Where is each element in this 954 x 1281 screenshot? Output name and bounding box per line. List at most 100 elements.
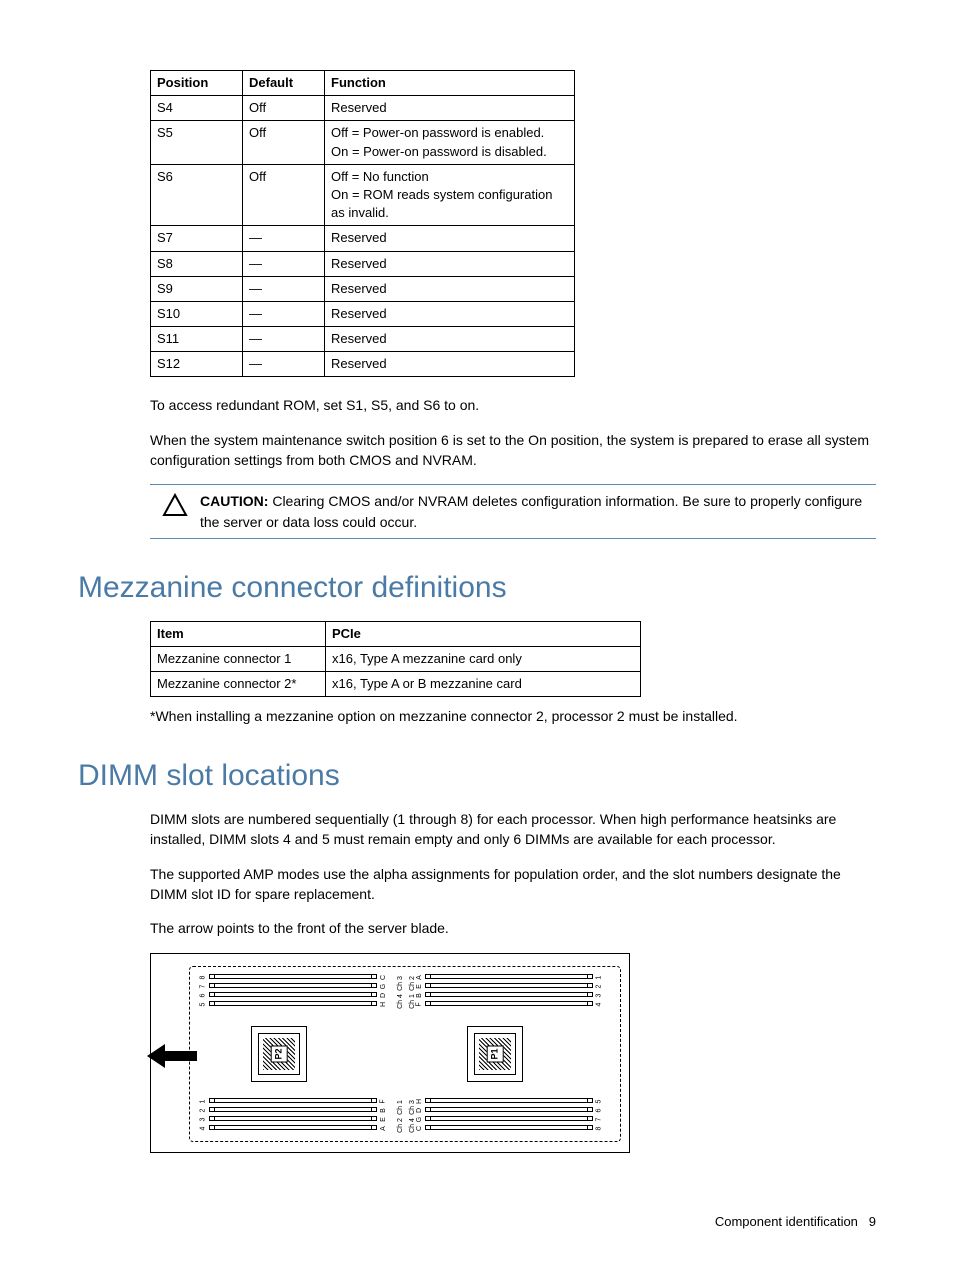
dimm-label: G (380, 983, 387, 988)
cell-default: Off (243, 121, 325, 164)
cell-function: Reserved (325, 352, 575, 377)
cell-default: — (243, 327, 325, 352)
dimm-slot (425, 1116, 593, 1121)
cell-pcie: x16, Type A mezzanine card only (326, 647, 641, 672)
table-row: S9—Reserved (151, 276, 575, 301)
cell-default: — (243, 301, 325, 326)
th-position: Position (151, 71, 243, 96)
caution-box: CAUTION: Clearing CMOS and/or NVRAM dele… (150, 484, 876, 539)
para-redundant-rom: To access redundant ROM, set S1, S5, and… (150, 395, 876, 415)
th-pcie: PCIe (326, 621, 641, 646)
dimm-label: E (380, 1117, 387, 1122)
cell-position: S7 (151, 226, 243, 251)
dimm-slot (425, 1125, 593, 1130)
mezzanine-table: Item PCIe Mezzanine connector 1x16, Type… (150, 621, 641, 698)
table-row: S10—Reserved (151, 301, 575, 326)
table-row: S5OffOff = Power-on password is enabled.… (151, 121, 575, 164)
cell-function: Reserved (325, 276, 575, 301)
label-p1: P1 (487, 1045, 504, 1062)
dimm-label: 3 (595, 993, 602, 997)
dimm-label: 1 (199, 1099, 206, 1103)
table-row: S12—Reserved (151, 352, 575, 377)
caution-body: Clearing CMOS and/or NVRAM deletes confi… (200, 493, 862, 529)
para-arrow: The arrow points to the front of the ser… (150, 918, 876, 938)
dimm-label: 8 (199, 975, 206, 979)
dimm-slot (425, 974, 593, 979)
label-p2: P2 (271, 1045, 288, 1062)
cell-position: S8 (151, 251, 243, 276)
dimm-label: Ch 2 (409, 976, 416, 991)
page-footer: Component identification 9 (78, 1213, 876, 1231)
th-item: Item (151, 621, 326, 646)
dimm-label: Ch 4 (397, 994, 404, 1009)
dimm-label: 2 (199, 1108, 206, 1112)
dimm-slot (209, 1001, 377, 1006)
para-amp-modes: The supported AMP modes use the alpha as… (150, 864, 876, 905)
dimm-label: E (416, 984, 423, 989)
dimm-label: 2 (595, 984, 602, 988)
dimm-label: 1 (595, 975, 602, 979)
dimm-label: 5 (199, 1002, 206, 1006)
cell-function: Reserved (325, 327, 575, 352)
dimm-label: Ch 4 (409, 1118, 416, 1133)
dimm-slot (425, 1098, 593, 1103)
table-row: S11—Reserved (151, 327, 575, 352)
dimm-label: H (416, 1099, 423, 1104)
dimm-slot (209, 983, 377, 988)
dimm-slot (209, 974, 377, 979)
dimm-label: 7 (595, 1117, 602, 1121)
cell-position: S10 (151, 301, 243, 326)
para-switch6: When the system maintenance switch posit… (150, 430, 876, 471)
dimm-label: H (380, 1002, 387, 1007)
mezzanine-footnote: *When installing a mezzanine option on m… (150, 707, 876, 727)
cell-default: — (243, 352, 325, 377)
caution-icon (150, 491, 200, 517)
dimm-label: F (416, 1002, 423, 1006)
dimm-label: Ch 3 (397, 976, 404, 991)
cell-default: Off (243, 164, 325, 226)
dimm-label: 8 (595, 1126, 602, 1130)
dimm-label: D (416, 1108, 423, 1113)
dimm-slot (209, 1107, 377, 1112)
dimm-label: 6 (199, 993, 206, 997)
caution-label: CAUTION: (200, 493, 268, 509)
table-row: S8—Reserved (151, 251, 575, 276)
cell-item: Mezzanine connector 1 (151, 647, 326, 672)
dimm-label: G (416, 1116, 423, 1121)
dimm-label: C (380, 975, 387, 980)
dimm-slot (209, 1116, 377, 1121)
cell-position: S11 (151, 327, 243, 352)
heading-dimm: DIMM slot locations (78, 755, 876, 797)
cell-function: Reserved (325, 251, 575, 276)
dimm-label: 3 (199, 1117, 206, 1121)
th-default: Default (243, 71, 325, 96)
caution-text: CAUTION: Clearing CMOS and/or NVRAM dele… (200, 491, 876, 532)
cell-function: Off = Power-on password is enabled. On =… (325, 121, 575, 164)
cell-function: Reserved (325, 301, 575, 326)
socket-p1: P1 (467, 1026, 523, 1082)
table-row: Mezzanine connector 2*x16, Type A or B m… (151, 672, 641, 697)
cell-position: S4 (151, 96, 243, 121)
dimm-label: 4 (595, 1002, 602, 1006)
cell-function: Reserved (325, 226, 575, 251)
cell-function: Off = No function On = ROM reads system … (325, 164, 575, 226)
cell-default: — (243, 251, 325, 276)
dimm-label: 5 (595, 1099, 602, 1103)
dimm-label: C (416, 1126, 423, 1131)
th-function: Function (325, 71, 575, 96)
table-row: S7—Reserved (151, 226, 575, 251)
cell-function: Reserved (325, 96, 575, 121)
dimm-label: 4 (199, 1126, 206, 1130)
footer-page: 9 (869, 1214, 876, 1229)
para-dimm-numbering: DIMM slots are numbered sequentially (1 … (150, 809, 876, 850)
dimm-slot (425, 1001, 593, 1006)
dimm-label: 6 (595, 1108, 602, 1112)
switch-table: Position Default Function S4OffReservedS… (150, 70, 575, 377)
dimm-label: Ch 1 (397, 1100, 404, 1115)
dimm-label: Ch 1 (409, 994, 416, 1009)
dimm-slot (425, 983, 593, 988)
dimm-slot (425, 1107, 593, 1112)
dimm-label: 7 (199, 984, 206, 988)
dimm-label: A (380, 1126, 387, 1131)
dimm-label: Ch 3 (409, 1100, 416, 1115)
